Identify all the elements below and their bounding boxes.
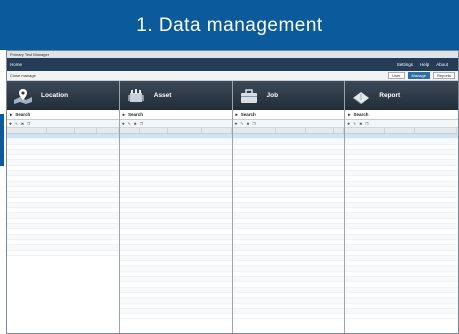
location-search[interactable]: ▸ Search xyxy=(7,110,119,120)
job-toolbar: ✚ ✎ ✖ ❐ xyxy=(232,120,345,128)
side-tab-marker xyxy=(0,114,4,166)
search-arrow-icon: ▸ xyxy=(348,111,351,117)
copy-icon[interactable]: ❐ xyxy=(140,122,143,126)
copy-icon[interactable]: ❐ xyxy=(253,122,256,126)
panels-container: Location ▸ Search ✚ ✎ ✖ ❐ Asset ▸ Search… xyxy=(7,81,458,333)
delete-icon[interactable]: ✖ xyxy=(359,122,362,126)
add-icon[interactable]: ✚ xyxy=(235,122,238,126)
copy-icon[interactable]: ❐ xyxy=(27,122,30,126)
job-search[interactable]: ▸ Search xyxy=(232,110,345,120)
window-titlebar: Primary Test Manager xyxy=(7,51,458,58)
copy-icon[interactable]: ❐ xyxy=(365,122,368,126)
manage-subbar: Close manage User Manage Reports xyxy=(7,71,458,81)
add-icon[interactable]: ✚ xyxy=(122,122,125,126)
reports-tab[interactable]: Reports xyxy=(432,72,455,79)
location-panel: Location ▸ Search ✚ ✎ ✖ ❐ xyxy=(7,81,120,333)
help-button[interactable]: Help xyxy=(420,62,429,67)
main-toolbar: Home Settings Help About xyxy=(7,58,458,71)
edit-icon[interactable]: ✎ xyxy=(241,122,244,126)
search-arrow-icon: ▸ xyxy=(10,111,13,117)
edit-icon[interactable]: ✎ xyxy=(15,122,18,126)
asset-transformer-icon xyxy=(126,88,146,104)
location-toolbar: ✚ ✎ ✖ ❐ xyxy=(7,120,119,128)
location-rows xyxy=(7,134,119,333)
job-panel: Job ▸ Search ✚ ✎ ✖ ❐ xyxy=(232,81,346,333)
job-search-label: Search xyxy=(240,112,256,117)
add-icon[interactable]: ✚ xyxy=(347,122,350,126)
asset-panel: Asset ▸ Search ✚ ✎ ✖ ❐ xyxy=(119,81,233,333)
job-panel-header[interactable]: Job xyxy=(232,81,345,110)
report-toolbar: ✚ ✎ ✖ ❐ xyxy=(345,120,458,128)
settings-button[interactable]: Settings xyxy=(397,62,413,67)
job-panel-title: Job xyxy=(266,92,279,99)
page-banner: 1. Data management xyxy=(0,0,459,50)
location-map-icon xyxy=(13,88,33,104)
edit-icon[interactable]: ✎ xyxy=(128,122,131,126)
user-button[interactable]: User xyxy=(388,72,405,79)
about-button[interactable]: About xyxy=(436,62,448,67)
report-panel: Report ▸ Search ✚ ✎ ✖ ❐ xyxy=(345,81,458,333)
table-row[interactable] xyxy=(232,314,345,320)
asset-search-label: Search xyxy=(128,112,144,117)
asset-search[interactable]: ▸ Search xyxy=(119,110,232,120)
location-search-label: Search xyxy=(15,112,31,117)
report-panel-header[interactable]: Report xyxy=(345,81,458,110)
home-button[interactable]: Home xyxy=(10,62,22,67)
job-briefcase-icon xyxy=(239,88,259,104)
app-window: Primary Test Manager Home Settings Help … xyxy=(6,50,459,334)
table-row[interactable] xyxy=(7,251,119,256)
asset-rows xyxy=(119,134,232,333)
report-search-label: Search xyxy=(353,112,369,117)
report-rows xyxy=(345,134,458,333)
asset-toolbar: ✚ ✎ ✖ ❐ xyxy=(119,120,232,128)
close-manage-button[interactable]: Close manage xyxy=(10,73,36,78)
table-row[interactable] xyxy=(119,314,232,320)
report-search[interactable]: ▸ Search xyxy=(345,110,458,120)
search-arrow-icon: ▸ xyxy=(235,111,238,117)
asset-panel-title: Asset xyxy=(153,92,172,99)
report-panel-title: Report xyxy=(379,92,401,99)
manage-tab[interactable]: Manage xyxy=(407,72,430,79)
search-arrow-icon: ▸ xyxy=(122,111,126,117)
job-rows xyxy=(232,134,345,333)
location-panel-header[interactable]: Location xyxy=(7,81,119,110)
table-row[interactable] xyxy=(345,314,458,320)
edit-icon[interactable]: ✎ xyxy=(353,122,356,126)
location-panel-title: Location xyxy=(41,92,69,99)
delete-icon[interactable]: ✖ xyxy=(134,122,137,126)
add-icon[interactable]: ✚ xyxy=(9,122,12,126)
delete-icon[interactable]: ✖ xyxy=(21,122,24,126)
report-folder-icon xyxy=(351,88,371,104)
delete-icon[interactable]: ✖ xyxy=(247,122,250,126)
asset-panel-header[interactable]: Asset xyxy=(119,81,232,110)
